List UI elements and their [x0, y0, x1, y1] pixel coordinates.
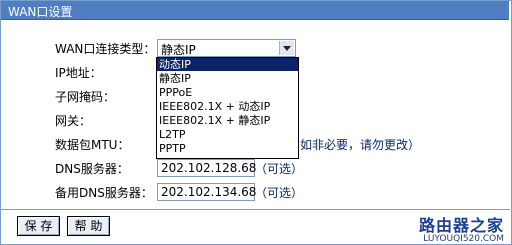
watermark-url: LUYOUQI520.COM	[423, 234, 504, 244]
dropdown-option[interactable]: L2TP	[157, 128, 298, 141]
dns-label: DNS服务器：	[55, 162, 129, 176]
mtu-note: 如非必要，请勿更改）	[300, 138, 421, 152]
dropdown-option[interactable]: IEEE802.1X + 动态IP	[157, 100, 298, 113]
gateway-label: 网关：	[55, 114, 92, 128]
dns-optional-note: （可选）	[255, 162, 304, 176]
dropdown-option[interactable]: PPTP	[157, 142, 298, 155]
watermark-logo: 路由器之家 LUYOUQI520.COM	[419, 212, 504, 244]
conn-type-dropdown-list: 动态IP 静态IP PPPoE IEEE802.1X + 动态IP IEEE80…	[156, 57, 299, 159]
dns-value: 202.102.128.68	[161, 161, 257, 175]
dropdown-option[interactable]: 动态IP	[157, 58, 298, 71]
dns2-optional-note: （可选）	[255, 186, 304, 200]
dropdown-option[interactable]: PPPoE	[157, 86, 298, 99]
dns2-input[interactable]: 202.102.134.68	[157, 183, 257, 201]
conn-type-value: 静态IP	[161, 43, 196, 57]
save-button[interactable]: 保 存	[17, 216, 60, 236]
dropdown-option[interactable]: IEEE802.1X + 静态IP	[157, 114, 298, 127]
conn-type-label: WAN口连接类型：	[55, 42, 156, 56]
watermark-title: 路由器之家	[418, 216, 504, 235]
dns2-value: 202.102.134.68	[161, 185, 257, 199]
subnet-mask-label: 子网掩码：	[55, 90, 116, 104]
dropdown-option[interactable]: 静态IP	[157, 72, 298, 85]
panel-title: WAN口设置	[8, 5, 73, 19]
dns2-label: 备用DNS服务器：	[55, 186, 153, 200]
ip-label: IP地址：	[55, 66, 102, 80]
help-button[interactable]: 帮 助	[67, 216, 110, 236]
conn-type-select[interactable]: 静态IP	[157, 39, 296, 57]
mtu-label: 数据包MTU：	[55, 138, 130, 152]
chevron-down-icon[interactable]	[279, 41, 294, 55]
dns-input[interactable]: 202.102.128.68	[157, 159, 257, 177]
title-bar: WAN口设置	[1, 1, 509, 20]
